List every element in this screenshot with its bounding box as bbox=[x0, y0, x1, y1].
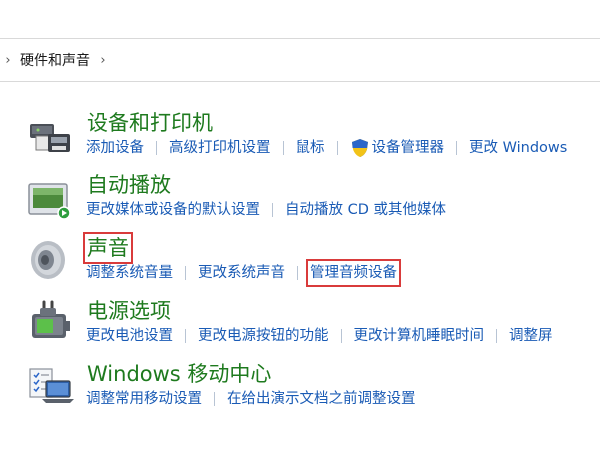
link-presentation-settings[interactable]: 在给出演示文档之前调整设置 bbox=[227, 389, 416, 409]
link-separator bbox=[456, 141, 457, 155]
link-manage-audio-devices[interactable]: 管理音频设备 bbox=[306, 259, 401, 287]
link-change-media-defaults[interactable]: 更改媒体或设备的默认设置 bbox=[86, 200, 260, 220]
link-adjust-screen[interactable]: 调整屏 bbox=[509, 326, 553, 346]
link-add-device[interactable]: 添加设备 bbox=[86, 138, 144, 158]
link-adjust-volume[interactable]: 调整系统音量 bbox=[86, 263, 173, 283]
link-separator bbox=[336, 141, 338, 155]
mobility-center-icon[interactable] bbox=[26, 363, 74, 411]
link-separator bbox=[297, 266, 298, 280]
power-options-icon[interactable] bbox=[26, 298, 74, 346]
link-separator bbox=[282, 141, 284, 155]
section-autoplay: 自动播放 更改媒体或设备的默认设置 自动播放 CD 或其他媒体 bbox=[0, 170, 600, 230]
section-title-mobility-center[interactable]: Windows 移动中心 bbox=[87, 361, 271, 387]
section-links-mobility-center: 调整常用移动设置 在给出演示文档之前调整设置 bbox=[86, 389, 416, 409]
link-separator bbox=[272, 203, 273, 217]
autoplay-icon[interactable] bbox=[26, 176, 74, 224]
address-bar-edge bbox=[0, 0, 600, 39]
section-title-autoplay[interactable]: 自动播放 bbox=[87, 172, 171, 198]
section-links-devices-printers: 添加设备 高级打印机设置 鼠标 设备管理器 更改 Windows bbox=[86, 138, 567, 158]
speaker-icon[interactable] bbox=[26, 236, 74, 284]
link-separator bbox=[185, 266, 186, 280]
breadcrumb: › 硬件和声音 › bbox=[0, 39, 600, 82]
printer-devices-icon[interactable] bbox=[26, 114, 74, 162]
section-links-sound: 调整系统音量 更改系统声音 管理音频设备 bbox=[86, 259, 401, 287]
link-change-system-sounds[interactable]: 更改系统声音 bbox=[198, 263, 285, 283]
section-sound: 声音 调整系统音量 更改系统声音 管理音频设备 bbox=[0, 232, 600, 292]
link-separator bbox=[340, 329, 342, 343]
link-separator bbox=[185, 329, 186, 343]
section-links-autoplay: 更改媒体或设备的默认设置 自动播放 CD 或其他媒体 bbox=[86, 200, 446, 220]
section-power-options: 电源选项 更改电池设置 更改电源按钮的功能 更改计算机睡眠时间 调整屏 bbox=[0, 296, 600, 356]
link-device-manager[interactable]: 设备管理器 bbox=[372, 138, 445, 158]
device-manager-link-group[interactable]: 设备管理器 bbox=[350, 138, 445, 158]
link-change-sleep-time[interactable]: 更改计算机睡眠时间 bbox=[354, 326, 485, 346]
link-separator bbox=[214, 392, 215, 406]
section-mobility-center: Windows 移动中心 调整常用移动设置 在给出演示文档之前调整设置 bbox=[0, 359, 600, 419]
link-separator bbox=[156, 141, 157, 155]
control-panel-window: › 硬件和声音 › 设备和打印机 添加设备 高级打印机设置 鼠标 设备管理器 更… bbox=[0, 0, 600, 450]
section-devices-printers: 设备和打印机 添加设备 高级打印机设置 鼠标 设备管理器 更改 Windows bbox=[0, 108, 600, 168]
link-advanced-printer-settings[interactable]: 高级打印机设置 bbox=[169, 138, 271, 158]
section-title-sound[interactable]: 声音 bbox=[83, 232, 133, 264]
link-separator bbox=[496, 329, 497, 343]
chevron-right-icon[interactable]: › bbox=[0, 53, 16, 68]
section-title-devices-printers[interactable]: 设备和打印机 bbox=[87, 110, 213, 136]
link-change-windows[interactable]: 更改 Windows bbox=[469, 138, 567, 158]
link-mouse[interactable]: 鼠标 bbox=[296, 138, 325, 158]
uac-shield-icon bbox=[351, 139, 368, 157]
chevron-right-icon[interactable]: › bbox=[96, 53, 110, 68]
link-change-power-buttons[interactable]: 更改电源按钮的功能 bbox=[198, 326, 329, 346]
breadcrumb-item-hardware-sound[interactable]: 硬件和声音 bbox=[20, 50, 90, 70]
sound-title-text[interactable]: 声音 bbox=[83, 232, 133, 264]
section-links-power-options: 更改电池设置 更改电源按钮的功能 更改计算机睡眠时间 调整屏 bbox=[86, 326, 553, 346]
link-autoplay-cd[interactable]: 自动播放 CD 或其他媒体 bbox=[285, 200, 446, 220]
link-adjust-mobility-settings[interactable]: 调整常用移动设置 bbox=[86, 389, 202, 409]
section-title-power-options[interactable]: 电源选项 bbox=[87, 298, 171, 324]
link-change-battery-settings[interactable]: 更改电池设置 bbox=[86, 326, 173, 346]
